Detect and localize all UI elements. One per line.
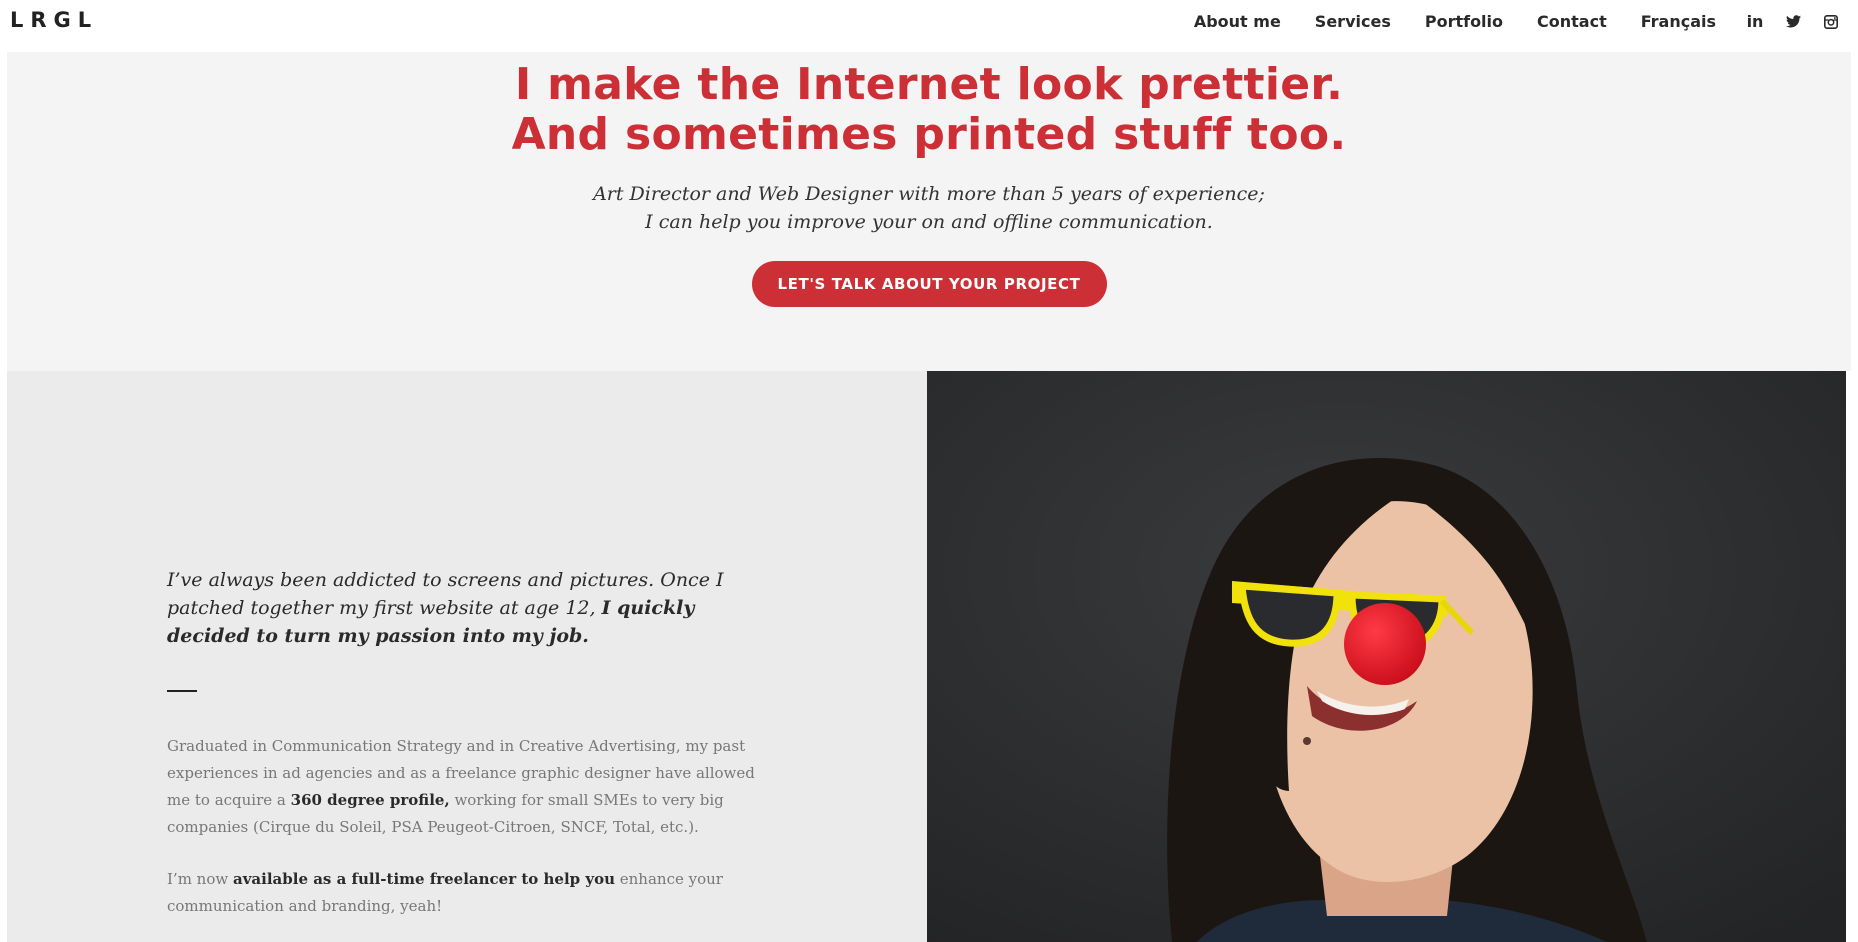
portrait-illustration (927, 371, 1846, 942)
nav-language-francais[interactable]: Français (1641, 12, 1716, 31)
instagram-camera-icon (1824, 14, 1838, 29)
about-paragraph-1: Graduated in Communication Strategy and … (167, 733, 767, 841)
about-p2-bold: available as a full-time freelancer to h… (232, 870, 615, 888)
nav-about-me[interactable]: About me (1194, 12, 1281, 31)
section-divider (167, 690, 197, 692)
hero-subtitle: Art Director and Web Designer with more … (7, 180, 1851, 236)
about-p2-text-a: I’m now (167, 870, 233, 888)
portrait-photo (927, 371, 1846, 942)
about-intro: I’ve always been addicted to screens and… (167, 566, 767, 650)
hero-title-line1: I make the Internet look prettier. (514, 59, 1344, 110)
nav-services[interactable]: Services (1315, 12, 1391, 31)
about-section: I’ve always been addicted to screens and… (7, 371, 927, 942)
site-header: LRGL About me Services Portfolio Contact… (0, 0, 1858, 52)
instagram-icon[interactable] (1822, 13, 1840, 31)
hero-section: I make the Internet look prettier. And s… (7, 52, 1851, 371)
twitter-bird-icon (1785, 15, 1801, 28)
twitter-icon[interactable] (1784, 13, 1802, 31)
project-cta-button[interactable]: LET'S TALK ABOUT YOUR PROJECT (751, 261, 1107, 307)
hero-title: I make the Internet look prettier. And s… (7, 60, 1851, 160)
hero-title-line2: And sometimes printed stuff too. (511, 109, 1347, 160)
about-p1-bold: 360 degree profile, (290, 791, 450, 809)
linkedin-icon[interactable]: in (1746, 12, 1764, 31)
hero-subtitle-line1: Art Director and Web Designer with more … (593, 183, 1265, 205)
main-nav: About me Services Portfolio Contact Fran… (1160, 12, 1840, 31)
nav-contact[interactable]: Contact (1537, 12, 1607, 31)
linkedin-glyph: in (1746, 12, 1764, 31)
site-logo[interactable]: LRGL (10, 8, 98, 32)
nav-portfolio[interactable]: Portfolio (1425, 12, 1503, 31)
about-paragraph-2: I’m now available as a full-time freelan… (167, 866, 767, 920)
hero-subtitle-line2: I can help you improve your on and offli… (645, 211, 1213, 233)
